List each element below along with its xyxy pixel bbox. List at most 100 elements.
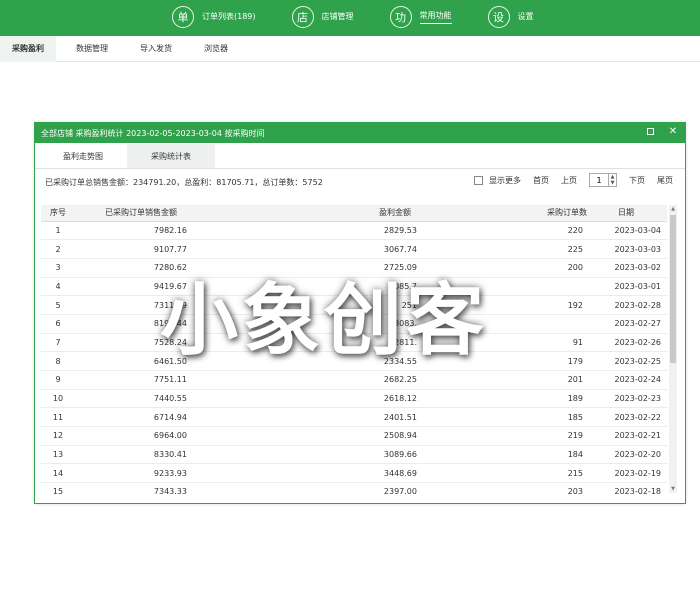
table-cell: 7343.33 [75, 482, 195, 501]
dialog-tabs: 盈利走势图 采购统计表 [35, 143, 685, 169]
page-spinner[interactable]: ▲ ▼ [609, 173, 617, 187]
table-cell: 8192.44 [75, 314, 195, 334]
first-page-button[interactable]: 首页 [533, 175, 549, 186]
scroll-up-icon[interactable]: ▲ [669, 205, 677, 213]
table-row[interactable]: 13 8330.41 3089.66 184 2023-02-20 [41, 445, 667, 465]
column-header[interactable]: 已采购订单销售金额 [75, 205, 195, 222]
table-row[interactable]: 6 8192.44 3083. 2023-02-27 [41, 314, 667, 334]
table-row[interactable]: 8 6461.50 2334.55 179 2023-02-25 [41, 351, 667, 371]
table-cell: 8330.41 [75, 445, 195, 465]
table-cell: 4 [41, 277, 75, 297]
table-cell: 200 [425, 258, 591, 278]
table-cell: 14 [41, 463, 75, 484]
table-cell: 2829.53 [195, 221, 425, 241]
table-cell: 7311.99 [75, 295, 195, 315]
table-cell: 7440.55 [75, 389, 195, 409]
summary-row: 已采购订单总销售金额：234791.20，总盈利：81705.71，总订单数：5… [35, 169, 685, 195]
table-cell: 7982.16 [75, 221, 195, 241]
table-cell: 3448.69 [195, 463, 425, 484]
table-cell: 225 [425, 239, 591, 259]
prev-page-button[interactable]: 上页 [561, 175, 577, 186]
dialog-tab-1[interactable]: 采购统计表 [127, 144, 215, 168]
table-row[interactable]: 9 7751.11 2682.25 201 2023-02-24 [41, 370, 667, 390]
table-row[interactable]: 2 9107.77 3067.74 225 2023-03-03 [41, 239, 667, 259]
table-row[interactable]: 15 7343.33 2397.00 203 2023-02-18 [41, 482, 667, 501]
table-row[interactable]: 12 6964.00 2508.94 219 2023-02-21 [41, 426, 667, 446]
vertical-scrollbar[interactable]: ▲ ▼ [669, 205, 677, 493]
dialog-tab-0[interactable]: 盈利走势图 [39, 144, 127, 168]
nav-item-1[interactable]: 店店铺管理 [291, 6, 354, 28]
nav-item-label: 设置 [517, 11, 534, 21]
column-header[interactable]: 日期 [591, 205, 667, 222]
subtab-2[interactable]: 导入发货 [128, 36, 184, 62]
nav-circle-icon: 设 [487, 6, 510, 28]
table-header-row: 序号 已采购订单销售金额 盈利金额 采购订单数 日期 [41, 205, 667, 222]
table-cell: 2401.51 [195, 407, 425, 428]
table-cell: 184 [425, 445, 591, 465]
table-cell: 2725.09 [195, 258, 425, 278]
subtab-1[interactable]: 数据管理 [64, 36, 120, 62]
nav-item-label: 店铺管理 [321, 11, 354, 21]
table-cell: 2023-02-20 [591, 445, 667, 465]
table-cell: 2 [41, 239, 75, 259]
stats-table-wrap: 序号 已采购订单销售金额 盈利金额 采购订单数 日期 1 7982.16 2829.53 22… [41, 205, 675, 501]
table-cell: 9233.93 [75, 463, 195, 484]
table-cell: 2023-02-19 [591, 463, 667, 484]
table-cell: 91 [425, 333, 591, 353]
next-page-button[interactable]: 下页 [629, 175, 645, 186]
table-row[interactable]: 11 6714.94 2401.51 185 2023-02-22 [41, 407, 667, 428]
table-cell: 179 [425, 351, 591, 371]
table-row[interactable]: 4 9419.67 3085.7 2023-03-01 [41, 277, 667, 297]
table-cell: 2023-02-22 [591, 407, 667, 428]
table-cell: 2397.00 [195, 482, 425, 501]
table-cell: 2023-02-18 [591, 482, 667, 501]
table-row[interactable]: 5 7311.99 251 192 2023-02-28 [41, 295, 667, 315]
table-cell: 3067.74 [195, 239, 425, 259]
nav-item-3[interactable]: 设设置 [487, 6, 534, 28]
column-header[interactable]: 盈利金额 [195, 205, 425, 222]
top-nav: 单订单列表(189) 店店铺管理 功常用功能 设设置 [172, 6, 570, 28]
nav-circle-icon: 功 [389, 6, 412, 28]
table-cell: 219 [425, 426, 591, 446]
column-header[interactable]: 采购订单数 [425, 205, 591, 222]
table-cell: 3083. [195, 314, 425, 334]
summary-text: 已采购订单总销售金额：234791.20，总盈利：81705.71，总订单数：5… [45, 177, 323, 187]
nav-item-0[interactable]: 单订单列表(189) [172, 6, 256, 28]
table-cell: 192 [425, 295, 591, 315]
column-header[interactable]: 序号 [41, 205, 75, 222]
page-number-input[interactable] [589, 173, 609, 187]
profit-stats-dialog: 全部店铺 采购盈利统计 2023-02-05-2023-03-04 按采购时间 … [34, 122, 686, 504]
table-cell: 2023-02-27 [591, 314, 667, 334]
subtab-3[interactable]: 浏览器 [192, 36, 240, 62]
table-cell: 215 [425, 463, 591, 484]
nav-item-2[interactable]: 功常用功能 [389, 6, 452, 28]
table-cell: 203 [425, 482, 591, 501]
show-more-checkbox[interactable] [474, 175, 483, 185]
scroll-down-icon[interactable]: ▼ [669, 485, 677, 493]
table-cell [425, 277, 591, 297]
table-cell: 2682.25 [195, 370, 425, 390]
table-cell: 6964.00 [75, 426, 195, 446]
close-icon[interactable]: ✕ [667, 126, 679, 138]
table-cell: 2023-03-04 [591, 221, 667, 241]
table-cell: 3085.7 [195, 277, 425, 297]
nav-item-label: 常用功能 [419, 10, 452, 24]
maximize-icon[interactable] [645, 126, 657, 138]
spin-down-icon[interactable]: ▼ [611, 180, 615, 186]
table-cell: 2023-02-24 [591, 370, 667, 390]
subtab-0[interactable]: 采购盈利 [0, 35, 56, 62]
table-cell: 9107.77 [75, 239, 195, 259]
table-cell: 2023-03-02 [591, 258, 667, 278]
table-cell: 2618.12 [195, 389, 425, 409]
table-row[interactable]: 14 9233.93 3448.69 215 2023-02-19 [41, 463, 667, 484]
table-row[interactable]: 10 7440.55 2618.12 189 2023-02-23 [41, 389, 667, 409]
table-cell: 220 [425, 221, 591, 241]
table-cell: 2023-03-01 [591, 277, 667, 297]
dialog-title-bar: 全部店铺 采购盈利统计 2023-02-05-2023-03-04 按采购时间 … [35, 123, 685, 143]
last-page-button[interactable]: 尾页 [657, 175, 673, 186]
table-row[interactable]: 1 7982.16 2829.53 220 2023-03-04 [41, 221, 667, 241]
table-row[interactable]: 3 7280.62 2725.09 200 2023-03-02 [41, 258, 667, 278]
table-row[interactable]: 7 7528.24 2811. 91 2023-02-26 [41, 333, 667, 353]
scroll-thumb[interactable] [670, 215, 676, 363]
table-cell: 10 [41, 389, 75, 409]
